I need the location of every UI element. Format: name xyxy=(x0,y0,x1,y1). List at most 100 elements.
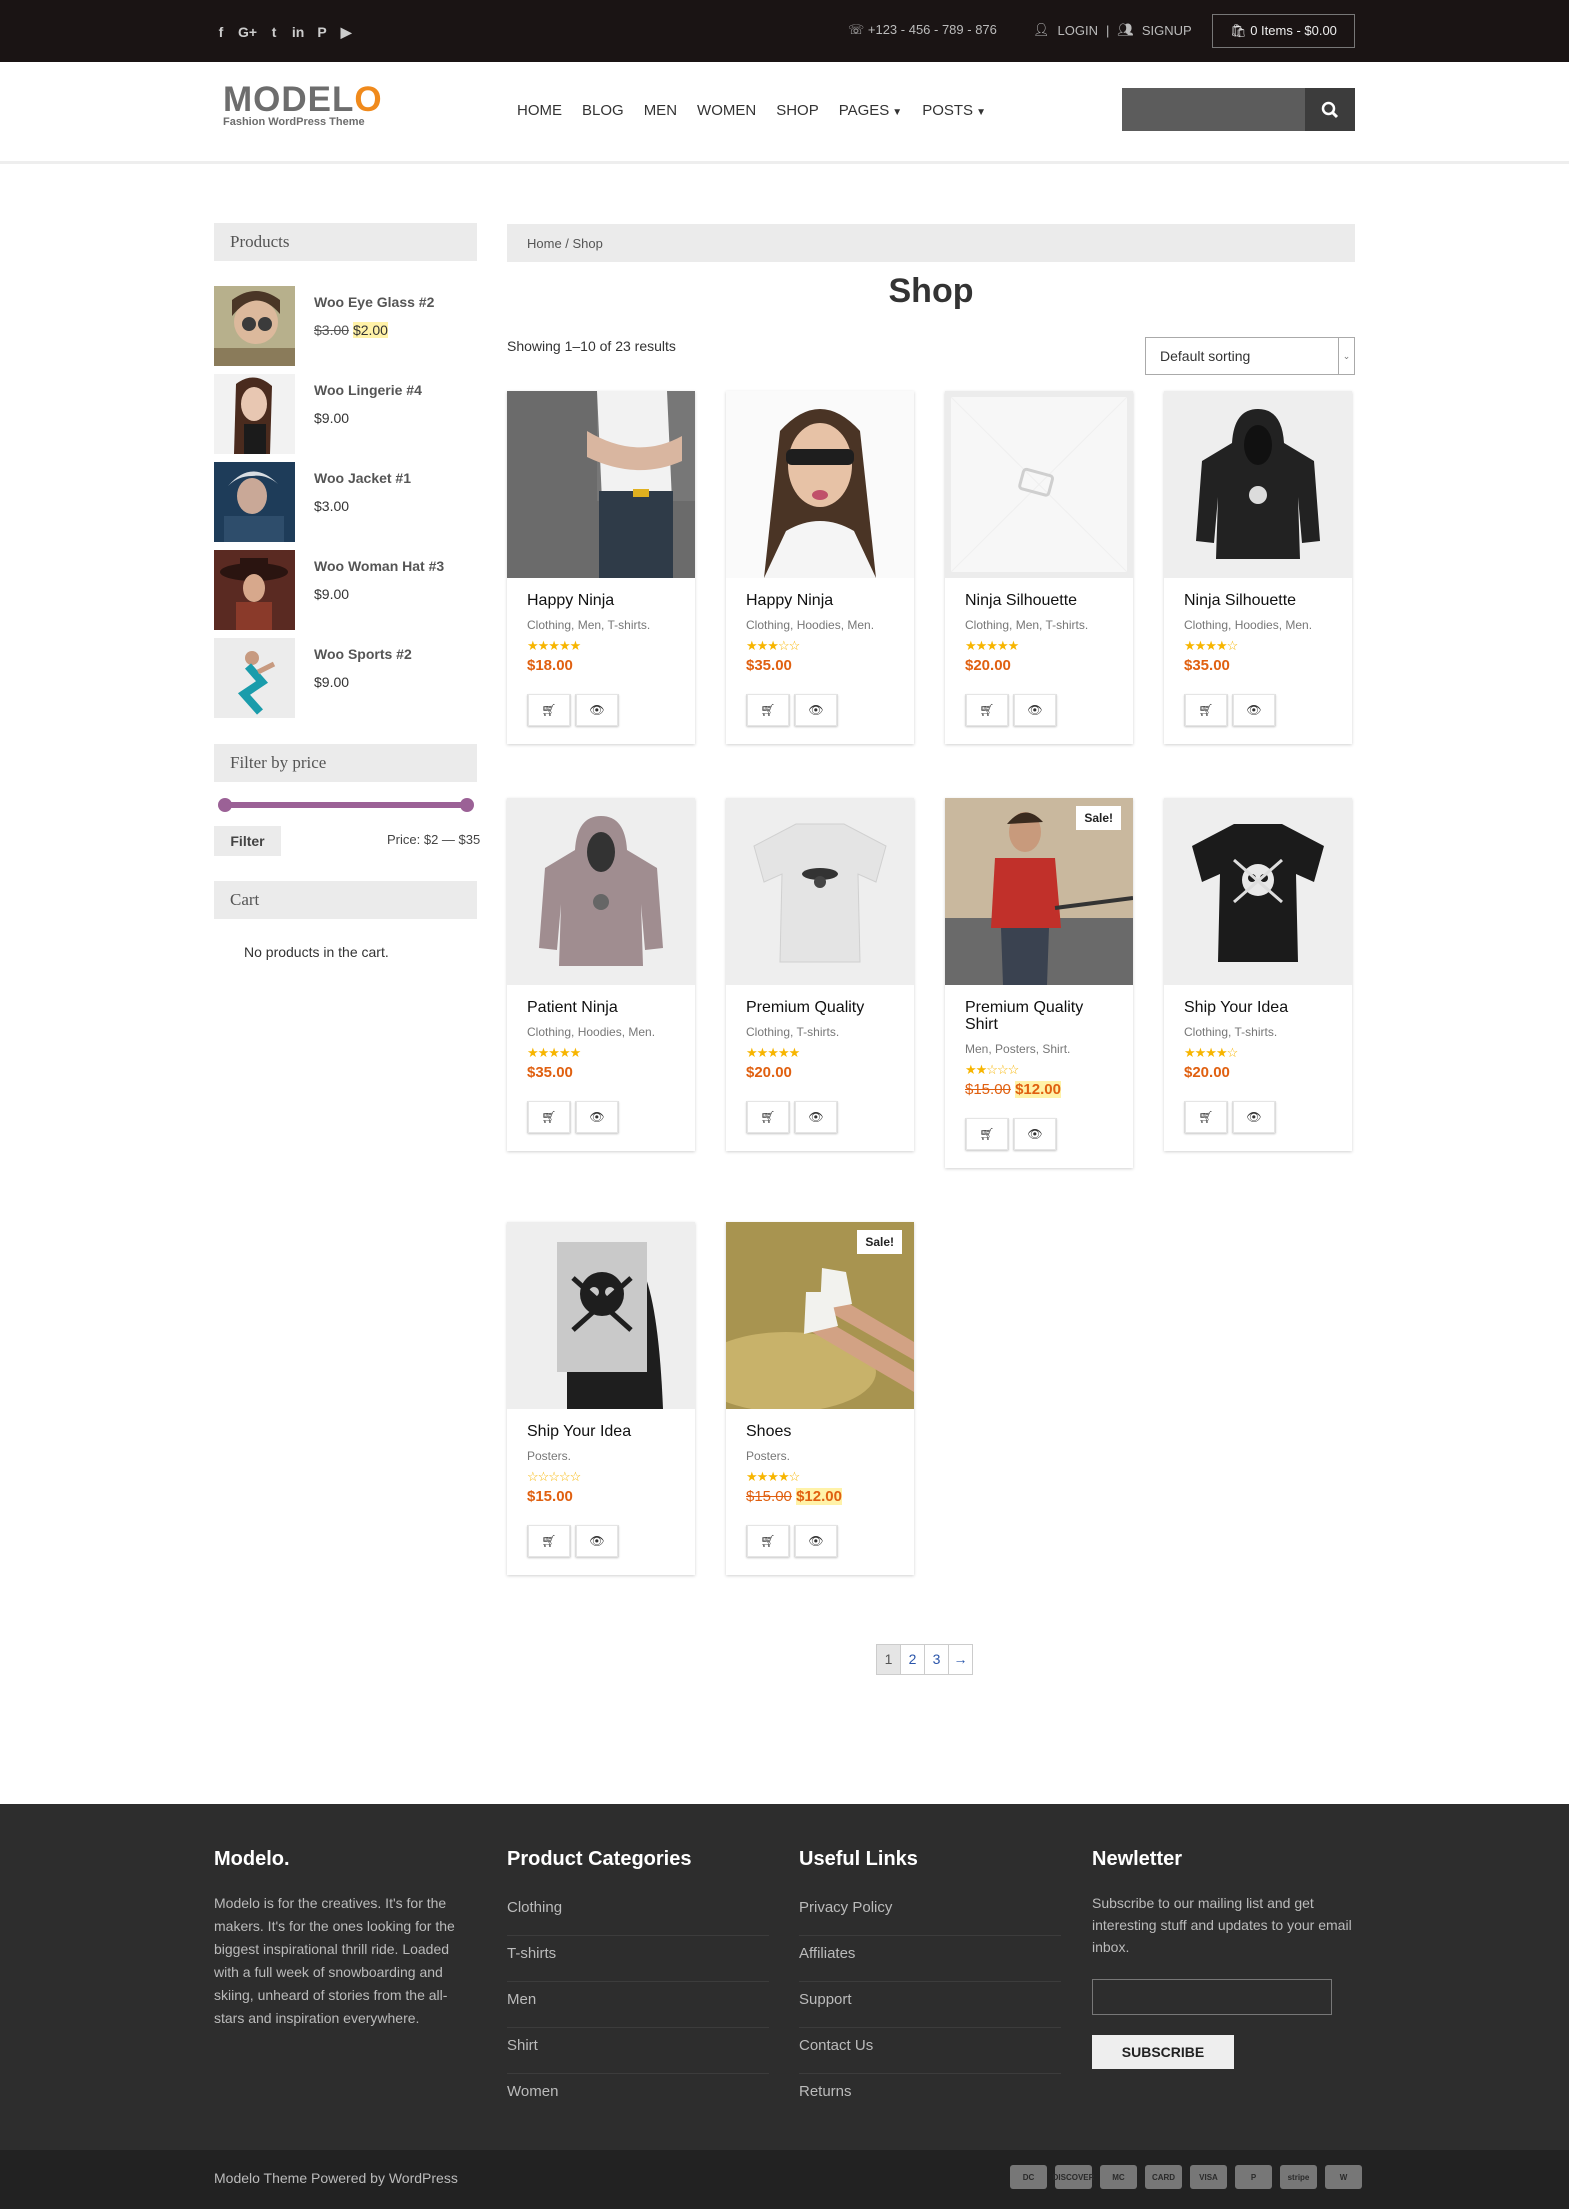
product-image[interactable] xyxy=(1164,391,1352,578)
product-title[interactable]: Ship Your Idea xyxy=(527,1423,675,1440)
price-slider-max-handle[interactable] xyxy=(460,798,474,812)
signup-link[interactable]: SIGNUP xyxy=(1142,23,1192,38)
site-logo[interactable]: MODELO Fashion WordPress Theme xyxy=(223,82,383,129)
add-to-cart-button[interactable]: 🛒︎ xyxy=(527,694,571,726)
product-categories[interactable]: Clothing, Hoodies, Men. xyxy=(527,1025,675,1039)
product-card[interactable]: Ship Your Idea Clothing, T-shirts. ★★★★☆… xyxy=(1164,798,1352,1151)
nav-pages[interactable]: PAGES ▼ xyxy=(839,102,902,119)
add-to-cart-button[interactable]: 🛒︎ xyxy=(527,1525,571,1557)
quick-view-button[interactable]: 👁︎ xyxy=(1013,1118,1057,1150)
footer-link[interactable]: Affiliates xyxy=(799,1936,1061,1982)
sidebar-product[interactable]: Woo Sports #2 $9.00 xyxy=(214,638,477,718)
product-card[interactable]: Patient Ninja Clothing, Hoodies, Men. ★★… xyxy=(507,798,695,1151)
price-slider[interactable] xyxy=(218,798,474,812)
sidebar-product[interactable]: Woo Woman Hat #3 $9.00 xyxy=(214,550,477,630)
sidebar-product-name[interactable]: Woo Woman Hat #3 xyxy=(314,558,444,574)
add-to-cart-button[interactable]: 🛒︎ xyxy=(746,1525,790,1557)
product-thumbnail[interactable] xyxy=(214,462,295,542)
product-title[interactable]: Premium Quality xyxy=(746,999,894,1016)
breadcrumb[interactable]: Home / Shop xyxy=(507,224,1355,262)
quick-view-button[interactable]: 👁︎ xyxy=(1232,1101,1276,1133)
footer-category-link[interactable]: Men xyxy=(507,1982,769,2028)
google-plus-icon[interactable]: G+ xyxy=(238,24,257,41)
product-card[interactable]: Ninja Silhouette Clothing, Men, T-shirts… xyxy=(945,391,1133,744)
product-card[interactable]: Ninja Silhouette Clothing, Hoodies, Men.… xyxy=(1164,391,1352,744)
add-to-cart-button[interactable]: 🛒︎ xyxy=(1184,694,1228,726)
product-card[interactable]: Sale! Shoes Posters. ★★★★☆ $15.00 $12.00… xyxy=(726,1222,914,1575)
footer-category-link[interactable]: Women xyxy=(507,2074,769,2120)
product-image[interactable] xyxy=(945,391,1133,578)
nav-men[interactable]: MEN xyxy=(644,102,677,119)
product-categories[interactable]: Clothing, Hoodies, Men. xyxy=(1184,618,1332,632)
product-title[interactable]: Ninja Silhouette xyxy=(1184,592,1332,609)
twitter-icon[interactable]: t xyxy=(267,24,281,41)
product-categories[interactable]: Posters. xyxy=(527,1449,675,1463)
product-thumbnail[interactable] xyxy=(214,550,295,630)
linkedin-icon[interactable]: in xyxy=(291,24,305,41)
page-2[interactable]: 2 xyxy=(900,1644,925,1675)
footer-category-link[interactable]: T-shirts xyxy=(507,1936,769,1982)
sidebar-product-name[interactable]: Woo Lingerie #4 xyxy=(314,382,422,398)
footer-link[interactable]: Returns xyxy=(799,2074,1061,2120)
quick-view-button[interactable]: 👁︎ xyxy=(794,694,838,726)
product-title[interactable]: Patient Ninja xyxy=(527,999,675,1016)
filter-button[interactable]: Filter xyxy=(214,826,281,856)
footer-link[interactable]: Support xyxy=(799,1982,1061,2028)
quick-view-button[interactable]: 👁︎ xyxy=(1013,694,1057,726)
search-button[interactable] xyxy=(1305,88,1355,131)
add-to-cart-button[interactable]: 🛒︎ xyxy=(746,1101,790,1133)
quick-view-button[interactable]: 👁︎ xyxy=(794,1101,838,1133)
price-slider-min-handle[interactable] xyxy=(218,798,232,812)
product-categories[interactable]: Clothing, T-shirts. xyxy=(746,1025,894,1039)
nav-posts[interactable]: POSTS ▼ xyxy=(922,102,986,119)
product-card[interactable]: Premium Quality Clothing, T-shirts. ★★★★… xyxy=(726,798,914,1151)
footer-category-link[interactable]: Clothing xyxy=(507,1890,769,1936)
product-image[interactable] xyxy=(726,798,914,985)
product-categories[interactable]: Clothing, T-shirts. xyxy=(1184,1025,1332,1039)
quick-view-button[interactable]: 👁︎ xyxy=(575,694,619,726)
search-input[interactable] xyxy=(1122,88,1305,131)
product-title[interactable]: Ninja Silhouette xyxy=(965,592,1113,609)
sidebar-product[interactable]: Woo Lingerie #4 $9.00 xyxy=(214,374,477,454)
product-thumbnail[interactable] xyxy=(214,286,295,366)
product-categories[interactable]: Men, Posters, Shirt. xyxy=(965,1042,1113,1056)
product-image[interactable] xyxy=(507,1222,695,1409)
sorting-select[interactable]: Default sorting ⌄ xyxy=(1145,337,1355,375)
newsletter-email-input[interactable] xyxy=(1092,1979,1332,2015)
product-title[interactable]: Happy Ninja xyxy=(746,592,894,609)
product-thumbnail[interactable] xyxy=(214,374,295,454)
footer-category-link[interactable]: Shirt xyxy=(507,2028,769,2074)
add-to-cart-button[interactable]: 🛒︎ xyxy=(746,694,790,726)
product-categories[interactable]: Clothing, Men, T-shirts. xyxy=(527,618,675,632)
pinterest-icon[interactable]: P xyxy=(315,24,329,41)
quick-view-button[interactable]: 👁︎ xyxy=(575,1101,619,1133)
sidebar-product-name[interactable]: Woo Sports #2 xyxy=(314,646,412,662)
login-link[interactable]: LOGIN xyxy=(1058,23,1098,38)
product-image[interactable]: Sale! xyxy=(945,798,1133,985)
product-image[interactable] xyxy=(507,798,695,985)
product-card[interactable]: Sale! Premium Quality Shirt Men, Posters… xyxy=(945,798,1133,1168)
quick-view-button[interactable]: 👁︎ xyxy=(1232,694,1276,726)
product-image[interactable]: Sale! xyxy=(726,1222,914,1409)
add-to-cart-button[interactable]: 🛒︎ xyxy=(1184,1101,1228,1133)
nav-home[interactable]: HOME xyxy=(517,102,562,119)
product-image[interactable] xyxy=(1164,798,1352,985)
quick-view-button[interactable]: 👁︎ xyxy=(575,1525,619,1557)
youtube-icon[interactable]: ▶ xyxy=(339,24,353,41)
product-categories[interactable]: Clothing, Hoodies, Men. xyxy=(746,618,894,632)
next-page[interactable]: → xyxy=(948,1644,973,1675)
quick-view-button[interactable]: 👁︎ xyxy=(794,1525,838,1557)
add-to-cart-button[interactable]: 🛒︎ xyxy=(965,1118,1009,1150)
facebook-icon[interactable]: f xyxy=(214,24,228,41)
sidebar-product-name[interactable]: Woo Eye Glass #2 xyxy=(314,294,434,310)
product-thumbnail[interactable] xyxy=(214,638,295,718)
footer-link[interactable]: Privacy Policy xyxy=(799,1890,1061,1936)
product-categories[interactable]: Posters. xyxy=(746,1449,894,1463)
product-title[interactable]: Shoes xyxy=(746,1423,894,1440)
nav-women[interactable]: WOMEN xyxy=(697,102,756,119)
page-1[interactable]: 1 xyxy=(876,1644,901,1675)
nav-blog[interactable]: BLOG xyxy=(582,102,624,119)
product-card[interactable]: Happy Ninja Clothing, Men, T-shirts. ★★★… xyxy=(507,391,695,744)
add-to-cart-button[interactable]: 🛒︎ xyxy=(527,1101,571,1133)
sidebar-product-name[interactable]: Woo Jacket #1 xyxy=(314,470,411,486)
